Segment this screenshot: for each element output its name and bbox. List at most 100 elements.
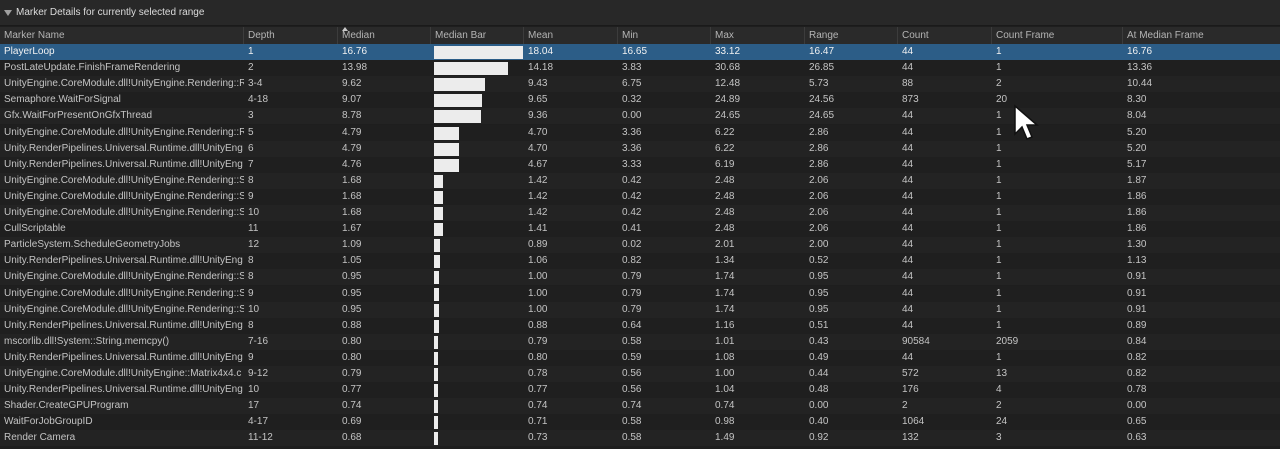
median-cell: 9.62 <box>342 78 362 90</box>
column-header-count-frame[interactable]: Count Frame <box>992 27 1123 44</box>
depth-cell: 5 <box>248 126 254 138</box>
mean-cell: 0.79 <box>528 335 548 347</box>
table-row[interactable]: PostLateUpdate.FinishFrameRendering 2 13.9… <box>0 60 1280 77</box>
count-cell: 44 <box>902 174 914 186</box>
table-row[interactable]: Semaphore.WaitForSignal 4-18 9.07 9.65 0.32 2… <box>0 92 1280 109</box>
table-row[interactable]: CullScriptable 11 1.67 1.41 0.41 2.48 2.06 44 1 1… <box>0 221 1280 238</box>
column-header-marker-name[interactable]: Marker Name <box>0 27 244 44</box>
count-cell: 44 <box>902 158 914 170</box>
mean-cell: 0.80 <box>528 351 548 363</box>
table-row[interactable]: UnityEngine.CoreModule.dll!UnityEngine.R… <box>0 124 1280 141</box>
mean-cell: 4.67 <box>528 158 548 170</box>
table-row[interactable]: Unity.RenderPipelines.Universal.Runtime.… <box>0 156 1280 173</box>
table-row[interactable]: UnityEngine.CoreModule.dll!UnityEngine.R… <box>0 269 1280 286</box>
at-median-frame-cell: 1.86 <box>1127 190 1147 202</box>
table-row[interactable]: mscorlib.dll!System::String.memcpy() 7-16… <box>0 333 1280 350</box>
table-row[interactable]: Gfx.WaitForPresentOnGfxThread 3 8.78 9.36 0.… <box>0 108 1280 125</box>
median-bar <box>434 190 443 204</box>
column-header-range[interactable]: Range <box>805 27 898 44</box>
table-row[interactable]: Unity.RenderPipelines.Universal.Runtime.… <box>0 382 1280 399</box>
marker-name-cell: UnityEngine.CoreModule.dll!UnityEngine.R… <box>4 303 244 315</box>
table-row[interactable]: Unity.RenderPipelines.Universal.Runtime.… <box>0 253 1280 270</box>
max-cell: 1.08 <box>715 351 735 363</box>
at-median-frame-cell: 1.86 <box>1127 223 1147 235</box>
min-cell: 0.59 <box>622 351 642 363</box>
range-cell: 0.40 <box>809 416 829 428</box>
marker-details-header[interactable]: Marker Details for currently selected ra… <box>0 0 1280 26</box>
max-cell: 6.22 <box>715 142 735 154</box>
max-cell: 1.01 <box>715 335 735 347</box>
table-row[interactable]: Render Camera 11-12 0.68 0.73 0.58 1.49 0.92 13… <box>0 430 1280 447</box>
count-frame-cell: 1 <box>996 174 1002 186</box>
marker-name-cell: Semaphore.WaitForSignal <box>4 94 121 106</box>
median-cell: 0.80 <box>342 351 362 363</box>
at-median-frame-cell: 0.65 <box>1127 416 1147 428</box>
mean-cell: 1.42 <box>528 190 548 202</box>
mean-cell: 1.42 <box>528 174 548 186</box>
range-cell: 0.51 <box>809 319 829 331</box>
at-median-frame-cell: 8.30 <box>1127 94 1147 106</box>
max-cell: 1.49 <box>715 432 735 444</box>
column-header-median[interactable]: Median <box>338 27 431 44</box>
min-cell: 0.82 <box>622 255 642 267</box>
min-cell: 0.79 <box>622 303 642 315</box>
min-cell: 0.74 <box>622 400 642 412</box>
count-cell: 44 <box>902 287 914 299</box>
table-row[interactable]: UnityEngine.CoreModule.dll!UnityEngine.R… <box>0 188 1280 205</box>
count-cell: 873 <box>902 94 919 106</box>
median-cell: 9.07 <box>342 94 362 106</box>
column-header-max[interactable]: Max <box>711 27 805 44</box>
table-row[interactable]: PlayerLoop 1 16.76 18.04 16.65 33.12 16.47 44 1 1… <box>0 44 1280 60</box>
max-cell: 2.48 <box>715 174 735 186</box>
column-header-at-median-frame[interactable]: At Median Frame <box>1123 27 1280 44</box>
min-cell: 0.79 <box>622 271 642 283</box>
mean-cell: 0.78 <box>528 368 548 379</box>
max-cell: 12.48 <box>715 78 741 90</box>
column-header-count[interactable]: Count <box>898 27 992 44</box>
marker-name-cell: Shader.CreateGPUProgram <box>4 400 129 412</box>
table-row[interactable]: UnityEngine.CoreModule.dll!UnityEngine::… <box>0 366 1280 382</box>
min-cell: 0.64 <box>622 319 642 331</box>
max-cell: 1.34 <box>715 255 735 267</box>
median-cell: 1.68 <box>342 207 362 218</box>
median-cell: 0.95 <box>342 271 362 283</box>
table-row[interactable]: UnityEngine.CoreModule.dll!UnityEngine.R… <box>0 172 1280 189</box>
at-median-frame-cell: 0.89 <box>1127 319 1147 331</box>
median-bar <box>434 158 460 172</box>
sort-descending-icon <box>342 27 348 31</box>
mean-cell: 9.36 <box>528 110 548 122</box>
median-cell: 8.78 <box>342 110 362 122</box>
max-cell: 30.68 <box>715 62 741 74</box>
table-row[interactable]: UnityEngine.CoreModule.dll!UnityEngine.R… <box>0 285 1280 302</box>
at-median-frame-cell: 0.84 <box>1127 335 1147 347</box>
table-row[interactable]: UnityEngine.CoreModule.dll!UnityEngine.R… <box>0 205 1280 221</box>
min-cell: 0.42 <box>622 207 642 218</box>
median-bar <box>434 432 438 446</box>
median-cell: 4.79 <box>342 126 362 138</box>
median-bar <box>434 223 443 237</box>
max-cell: 33.12 <box>715 46 741 57</box>
table-row[interactable]: UnityEngine.CoreModule.dll!UnityEngine.R… <box>0 76 1280 93</box>
column-header-median-bar[interactable]: Median Bar <box>431 27 524 44</box>
table-row[interactable]: Shader.CreateGPUProgram 17 0.74 0.74 0.74 0.7… <box>0 398 1280 415</box>
column-header-min[interactable]: Min <box>618 27 711 44</box>
table-row[interactable]: WaitForJobGroupID 4-17 0.69 0.71 0.58 0.98 0.4… <box>0 414 1280 431</box>
table-row[interactable]: Unity.RenderPipelines.Universal.Runtime.… <box>0 349 1280 366</box>
mean-cell: 14.18 <box>528 62 554 74</box>
range-cell: 0.95 <box>809 287 829 299</box>
column-header-depth[interactable]: Depth <box>244 27 338 44</box>
table-row[interactable]: ParticleSystem.ScheduleGeometryJobs 12 1.0… <box>0 237 1280 254</box>
marker-name-cell: PlayerLoop <box>4 46 55 57</box>
foldout-arrow-icon[interactable] <box>4 9 12 17</box>
table-row[interactable]: Unity.RenderPipelines.Universal.Runtime.… <box>0 317 1280 334</box>
depth-cell: 8 <box>248 319 254 331</box>
median-cell: 13.98 <box>342 62 368 74</box>
max-cell: 1.16 <box>715 319 735 331</box>
count-frame-cell: 24 <box>996 416 1008 428</box>
column-header-mean[interactable]: Mean <box>524 27 618 44</box>
table-row[interactable]: UnityEngine.CoreModule.dll!UnityEngine.R… <box>0 301 1280 318</box>
table-row[interactable]: Unity.RenderPipelines.Universal.Runtime.… <box>0 140 1280 157</box>
count-frame-cell: 1 <box>996 158 1002 170</box>
median-bar <box>434 416 438 430</box>
count-frame-cell: 2 <box>996 78 1002 90</box>
